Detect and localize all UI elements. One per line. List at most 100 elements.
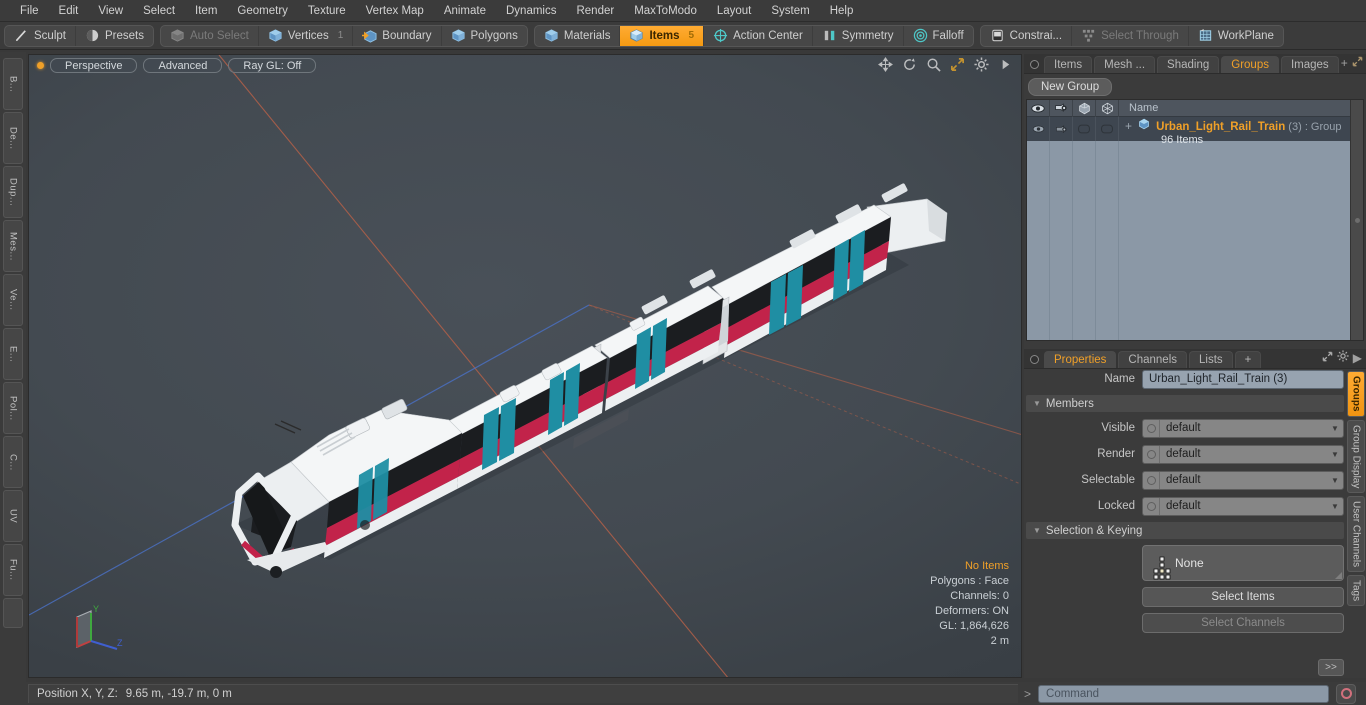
record-button[interactable] <box>1336 683 1356 704</box>
menu-item-layout[interactable]: Layout <box>707 2 762 20</box>
left-tab-6[interactable]: Pol... <box>3 382 23 434</box>
select-through-button[interactable]: Select Through <box>1072 25 1189 46</box>
properties-menu-icon[interactable] <box>1030 355 1039 364</box>
auto-select-button[interactable]: Auto Select <box>161 25 259 46</box>
menu-item-vertex-map[interactable]: Vertex Map <box>356 2 434 20</box>
left-tab-7[interactable]: C... <box>3 436 23 488</box>
left-tab-2[interactable]: Dup... <box>3 166 23 218</box>
name-field[interactable]: Urban_Light_Rail_Train (3) <box>1142 369 1344 389</box>
menu-item-maxtomodo[interactable]: MaxToModo <box>624 2 707 20</box>
chevron-right-icon[interactable]: ▶ <box>1353 351 1362 365</box>
tab-shading[interactable]: Shading <box>1157 56 1220 73</box>
select-items-button[interactable]: Select Items <box>1142 587 1344 607</box>
left-tab-0[interactable]: B... <box>3 58 23 110</box>
selectable-dropdown[interactable]: default ▼ <box>1142 470 1344 490</box>
selectable-knob-icon[interactable] <box>1143 471 1160 489</box>
menu-item-item[interactable]: Item <box>185 2 227 20</box>
menu-item-dynamics[interactable]: Dynamics <box>496 2 566 20</box>
eye-icon[interactable] <box>1027 100 1050 117</box>
render-icon[interactable] <box>1050 100 1073 117</box>
visible-dropdown[interactable]: default ▼ <box>1142 418 1344 438</box>
expand-icon[interactable] <box>1322 351 1333 365</box>
constraint-button[interactable]: Constrai... <box>981 25 1073 46</box>
table-row[interactable]: + Urban_Light_Rail_Train (3) : Group 96 … <box>1027 117 1363 146</box>
row-render-icon[interactable] <box>1050 117 1073 141</box>
sculpt-button[interactable]: Sculpt <box>5 25 76 46</box>
fit-icon[interactable] <box>950 57 965 72</box>
menu-item-select[interactable]: Select <box>133 2 185 20</box>
menu-item-texture[interactable]: Texture <box>298 2 356 20</box>
groups-list-body[interactable] <box>1027 141 1363 340</box>
render-dropdown[interactable]: default ▼ <box>1142 444 1344 464</box>
boundary-button[interactable]: Boundary <box>353 25 442 46</box>
materials-button[interactable]: Materials <box>535 25 621 46</box>
left-tab-extra[interactable] <box>3 598 23 628</box>
groups-list-scrollbar[interactable] <box>1350 100 1363 340</box>
wireframe-icon[interactable] <box>1096 100 1119 117</box>
menu-item-edit[interactable]: Edit <box>49 2 89 20</box>
members-section-header[interactable]: ▼ Members <box>1026 395 1344 412</box>
expand-icon[interactable] <box>1352 56 1363 70</box>
more-options-button[interactable]: >> <box>1318 659 1344 676</box>
left-tab-3[interactable]: Mes... <box>3 220 23 272</box>
polygons-button[interactable]: Polygons <box>442 26 527 46</box>
vtab-user-channels[interactable]: User Channels <box>1347 495 1365 573</box>
menu-item-system[interactable]: System <box>761 2 819 20</box>
menu-item-render[interactable]: Render <box>566 2 624 20</box>
tab-items[interactable]: Items <box>1044 56 1093 73</box>
vtab-tags[interactable]: Tags <box>1347 575 1365 607</box>
keying-section-header[interactable]: ▼ Selection & Keying <box>1026 522 1344 539</box>
locked-dropdown[interactable]: default ▼ <box>1142 496 1344 516</box>
viewport-perspective-button[interactable]: Perspective <box>50 57 138 73</box>
vtab-groups[interactable]: Groups <box>1347 371 1365 417</box>
row-shape-toggle[interactable] <box>1073 117 1096 141</box>
expand-row-icon[interactable]: + <box>1125 119 1132 133</box>
panel-menu-icon[interactable] <box>1030 60 1039 69</box>
keying-selection-box[interactable]: None <box>1142 545 1344 581</box>
tab-groups[interactable]: Groups <box>1221 56 1279 73</box>
tab-add[interactable]: + <box>1234 351 1262 368</box>
vtab-group-display[interactable]: Group Display <box>1347 419 1365 493</box>
tab-lists[interactable]: Lists <box>1189 351 1233 368</box>
workplane-button[interactable]: WorkPlane <box>1189 26 1283 46</box>
locked-knob-icon[interactable] <box>1143 497 1160 515</box>
menu-item-geometry[interactable]: Geometry <box>227 2 298 20</box>
scrollbar-thumb[interactable] <box>1355 218 1360 223</box>
gear-icon[interactable] <box>974 57 989 72</box>
action-center-button[interactable]: Action Center <box>704 25 813 46</box>
viewport-shading-button[interactable]: Advanced <box>143 57 223 73</box>
menu-item-file[interactable]: File <box>10 2 49 20</box>
left-tab-9[interactable]: Fu... <box>3 544 23 596</box>
move-icon[interactable] <box>878 57 893 72</box>
symmetry-button[interactable]: Symmetry <box>813 25 904 46</box>
items-button[interactable]: Items 5 <box>620 25 705 46</box>
row-wireframe-toggle[interactable] <box>1096 117 1119 141</box>
command-input[interactable]: Command <box>1038 684 1329 703</box>
falloff-button[interactable]: Falloff <box>904 26 973 46</box>
gear-icon[interactable] <box>1337 350 1349 365</box>
3d-viewport[interactable]: Perspective Advanced Ray GL: Off No Item… <box>28 54 1022 678</box>
left-tab-5[interactable]: E... <box>3 328 23 380</box>
viewport-raygl-button[interactable]: Ray GL: Off <box>228 57 317 73</box>
tab-properties[interactable]: Properties <box>1044 351 1117 368</box>
shape-icon[interactable] <box>1073 100 1096 117</box>
new-group-button[interactable]: New Group <box>1028 78 1113 96</box>
zoom-icon[interactable] <box>926 57 941 72</box>
tab-images[interactable]: Images <box>1280 56 1339 73</box>
tab-mesh[interactable]: Mesh ... <box>1094 56 1156 73</box>
left-tab-4[interactable]: Ve... <box>3 274 23 326</box>
tab-channels[interactable]: Channels <box>1118 351 1188 368</box>
plus-icon[interactable]: + <box>1341 56 1348 70</box>
left-tab-1[interactable]: De... <box>3 112 23 164</box>
menu-item-animate[interactable]: Animate <box>434 2 496 20</box>
presets-button[interactable]: Presets <box>76 26 153 46</box>
rotate-icon[interactable] <box>902 57 917 72</box>
visible-knob-icon[interactable] <box>1143 419 1160 437</box>
row-eye-icon[interactable] <box>1027 117 1050 141</box>
groups-list[interactable]: Name + Urban_Light_Rail_Train (3): Grou… <box>1026 99 1364 341</box>
left-tab-8[interactable]: UV <box>3 490 23 542</box>
resize-corner-icon[interactable] <box>1335 572 1342 579</box>
vertices-button[interactable]: Vertices 1 <box>259 25 354 46</box>
menu-item-help[interactable]: Help <box>820 2 864 20</box>
menu-item-view[interactable]: View <box>88 2 133 20</box>
